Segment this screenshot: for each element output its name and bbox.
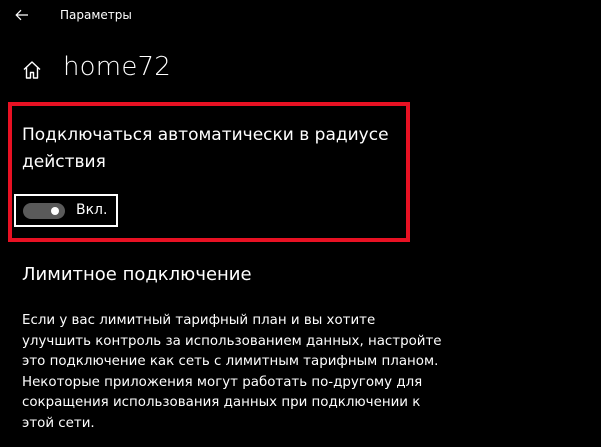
home-button[interactable] xyxy=(20,58,44,82)
auto-connect-toggle[interactable]: Вкл. xyxy=(14,194,118,227)
metered-connection-description: Если у вас лимитный тарифный план и вы х… xyxy=(22,313,442,431)
page-title: home72 xyxy=(63,52,171,82)
arrow-left-icon xyxy=(15,9,28,21)
metered-connection-heading: Лимитное подключение xyxy=(22,264,252,285)
home-icon xyxy=(23,61,41,79)
auto-connect-label: Подключаться автоматически в радиусе дей… xyxy=(22,125,389,172)
title-bar: Параметры xyxy=(0,0,601,32)
toggle-track[interactable] xyxy=(23,203,65,219)
toggle-knob xyxy=(51,207,59,215)
window-title: Параметры xyxy=(60,8,132,22)
back-button[interactable] xyxy=(8,2,36,28)
toggle-state-label: Вкл. xyxy=(76,202,108,218)
